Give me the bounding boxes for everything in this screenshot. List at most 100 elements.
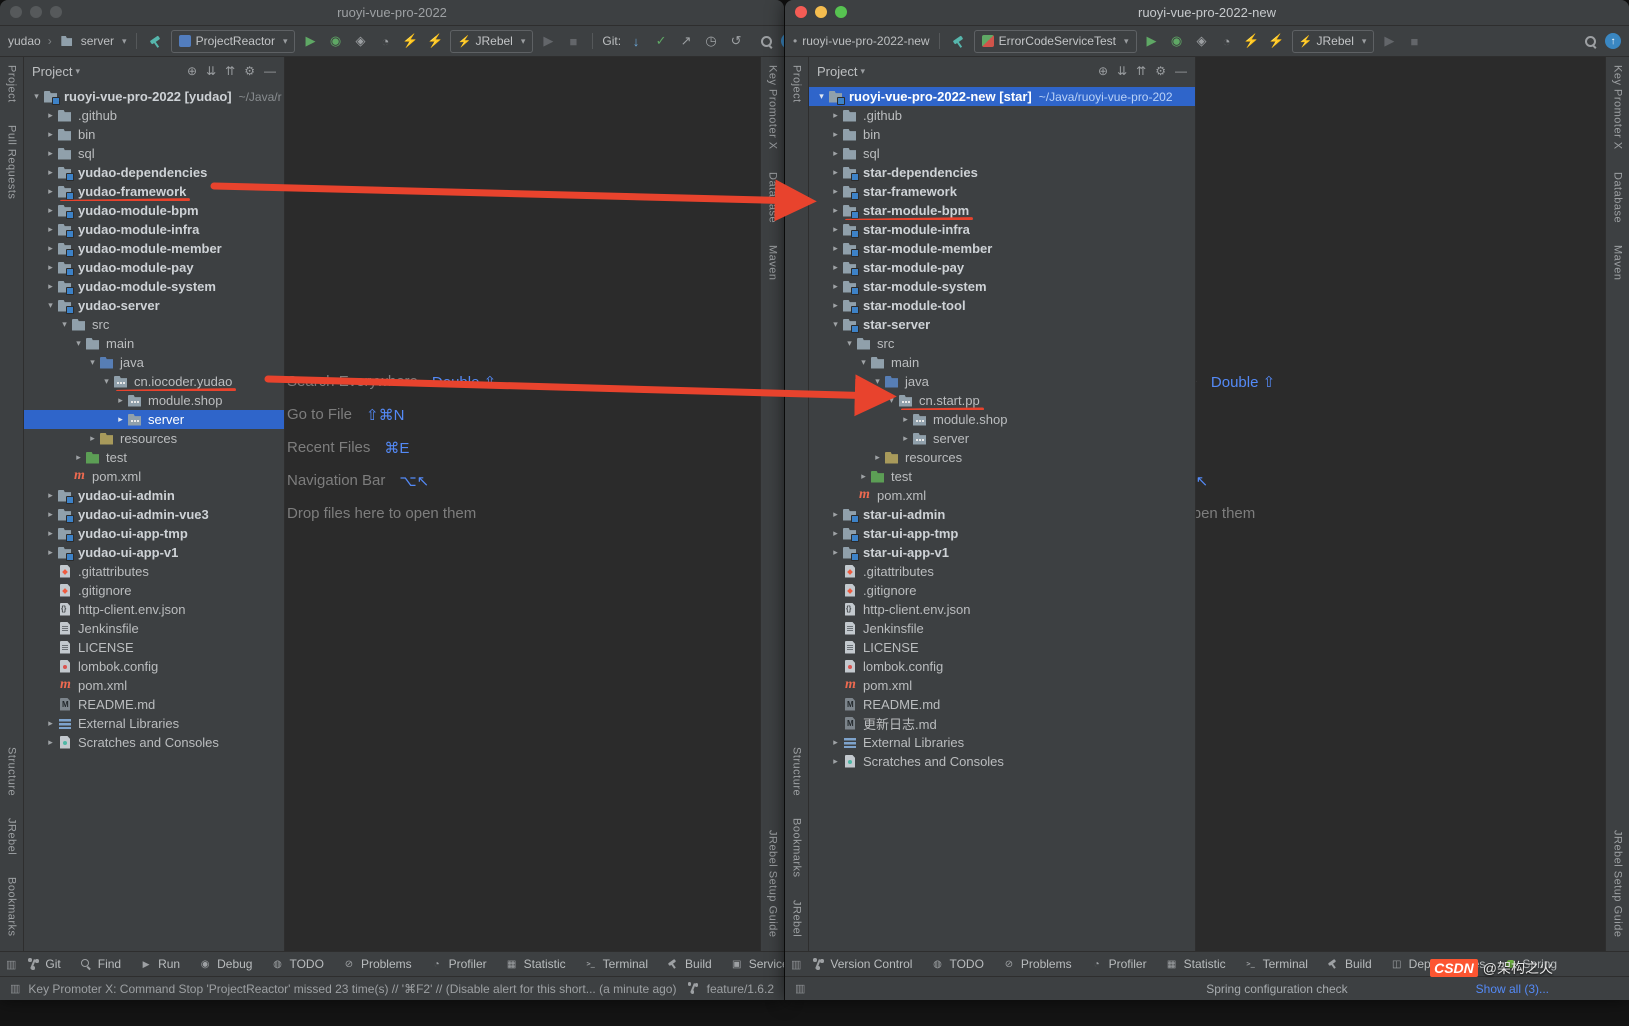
tree-row[interactable]: sql xyxy=(809,144,1195,163)
tree-row[interactable]: yudao-ui-app-tmp xyxy=(24,524,284,543)
tool-window-button[interactable]: JRebel Setup Guide xyxy=(767,830,779,937)
chevron-icon[interactable] xyxy=(829,243,842,254)
run-button[interactable]: ▶ xyxy=(1142,31,1162,51)
jrebel-select[interactable]: ⚡ JRebel ▾ xyxy=(1291,29,1375,53)
tool-windows-icon[interactable]: ▥ xyxy=(6,958,16,971)
coverage-icon[interactable]: ◈ xyxy=(1192,31,1212,51)
chevron-icon[interactable] xyxy=(44,737,57,748)
tree-row[interactable]: resources xyxy=(24,429,284,448)
chevron-icon[interactable] xyxy=(44,490,57,501)
tree-row[interactable]: yudao-dependencies xyxy=(24,163,284,182)
tree-row[interactable]: yudao-module-system xyxy=(24,277,284,296)
bottom-tab[interactable]: Profiler xyxy=(422,955,495,973)
chevron-icon[interactable] xyxy=(829,224,842,235)
update-notification-icon[interactable]: ↑ xyxy=(781,33,784,49)
locate-icon[interactable]: ⊕ xyxy=(187,64,197,78)
panel-settings-icon[interactable]: ⚙ xyxy=(244,64,255,78)
chevron-icon[interactable] xyxy=(72,338,85,349)
bottom-tab[interactable]: Terminal xyxy=(576,955,656,973)
chevron-icon[interactable] xyxy=(44,148,57,159)
chevron-icon[interactable] xyxy=(829,737,842,748)
tool-window-button[interactable]: Database xyxy=(1612,172,1624,223)
tree-row[interactable]: src xyxy=(809,334,1195,353)
tool-windows-icon[interactable]: ▥ xyxy=(795,982,805,995)
expand-all-icon[interactable]: ⇊ xyxy=(1117,64,1127,78)
run-config-select[interactable]: ProjectReactor ▾ xyxy=(170,29,296,53)
hide-panel-icon[interactable]: — xyxy=(264,64,276,78)
rerun-icon[interactable]: ▶ xyxy=(538,31,558,51)
tree-row[interactable]: yudao-ui-admin xyxy=(24,486,284,505)
tree-row[interactable]: star-module-system xyxy=(809,277,1195,296)
close-icon[interactable] xyxy=(10,6,22,18)
bottom-tab[interactable]: Problems xyxy=(994,955,1080,973)
chevron-icon[interactable] xyxy=(899,433,912,444)
tree-row[interactable]: star-framework xyxy=(809,182,1195,201)
chevron-icon[interactable] xyxy=(44,167,57,178)
tree-row[interactable]: star-module-tool xyxy=(809,296,1195,315)
breadcrumb-item[interactable]: yudao xyxy=(8,34,41,48)
run-button[interactable]: ▶ xyxy=(300,31,320,51)
tree-row[interactable]: Scratches and Consoles xyxy=(809,752,1195,771)
build-project-icon[interactable] xyxy=(146,31,166,51)
git-push-icon[interactable]: ↗ xyxy=(676,31,696,51)
tree-row[interactable]: cn.start.pp xyxy=(809,391,1195,410)
collapse-all-icon[interactable]: ⇈ xyxy=(225,64,235,78)
git-branch-name[interactable]: feature/1.6.2 xyxy=(707,982,774,996)
update-notification-icon[interactable]: ↑ xyxy=(1605,33,1621,49)
chevron-icon[interactable] xyxy=(885,395,898,406)
stop-icon[interactable]: ■ xyxy=(1404,31,1424,51)
project-panel-title[interactable]: Project xyxy=(32,64,72,79)
tree-row[interactable]: star-ui-app-tmp xyxy=(809,524,1195,543)
tree-row[interactable]: Jenkinsfile xyxy=(809,619,1195,638)
chevron-icon[interactable] xyxy=(44,243,57,254)
tree-row[interactable]: star-ui-admin xyxy=(809,505,1195,524)
tree-row[interactable]: cn.iocoder.yudao xyxy=(24,372,284,391)
jrebel-debug-icon[interactable]: ⚡ xyxy=(425,31,445,51)
project-panel-title[interactable]: Project xyxy=(817,64,857,79)
tree-row[interactable]: LICENSE xyxy=(809,638,1195,657)
bottom-tab[interactable]: Find xyxy=(71,955,129,973)
tree-row[interactable]: External Libraries xyxy=(809,733,1195,752)
chevron-icon[interactable] xyxy=(44,110,57,121)
tree-row[interactable]: star-module-infra xyxy=(809,220,1195,239)
tree-row[interactable]: bin xyxy=(24,125,284,144)
chevron-icon[interactable] xyxy=(829,281,842,292)
collapse-all-icon[interactable]: ⇈ xyxy=(1136,64,1146,78)
tree-row[interactable]: pom.xml xyxy=(24,467,284,486)
bottom-tab[interactable]: Services xyxy=(722,955,784,973)
tree-row[interactable]: bin xyxy=(809,125,1195,144)
tool-windows-icon[interactable]: ▥ xyxy=(791,958,801,971)
chevron-icon[interactable] xyxy=(72,452,85,463)
tree-row[interactable]: .github xyxy=(24,106,284,125)
tree-row[interactable]: yudao-module-member xyxy=(24,239,284,258)
chevron-icon[interactable] xyxy=(829,509,842,520)
breadcrumb-item[interactable]: server xyxy=(81,34,114,48)
tree-row[interactable]: java xyxy=(24,353,284,372)
git-update-icon[interactable]: ↓ xyxy=(626,31,646,51)
chevron-icon[interactable] xyxy=(899,414,912,425)
chevron-icon[interactable] xyxy=(86,433,99,444)
chevron-icon[interactable] xyxy=(44,547,57,558)
chevron-icon[interactable] xyxy=(44,224,57,235)
chevron-icon[interactable] xyxy=(44,186,57,197)
chevron-icon[interactable] xyxy=(44,262,57,273)
chevron-icon[interactable] xyxy=(829,110,842,121)
debug-button[interactable]: ◉ xyxy=(325,31,345,51)
show-all-link[interactable]: Show all (3)... xyxy=(1476,982,1549,996)
tool-window-button[interactable]: Maven xyxy=(1612,245,1624,281)
bottom-tab[interactable]: Git xyxy=(18,955,68,973)
tool-window-button[interactable]: Bookmarks xyxy=(791,818,803,878)
expand-all-icon[interactable]: ⇊ xyxy=(206,64,216,78)
status-message[interactable]: Spring configuration check xyxy=(1206,982,1347,996)
tree-row[interactable]: star-module-pay xyxy=(809,258,1195,277)
chevron-icon[interactable] xyxy=(114,414,127,425)
chevron-icon[interactable] xyxy=(815,91,828,102)
tree-row[interactable]: java xyxy=(809,372,1195,391)
titlebar[interactable]: ruoyi-vue-pro-2022-new xyxy=(785,0,1629,26)
tool-window-button[interactable]: Structure xyxy=(6,747,18,796)
build-project-icon[interactable] xyxy=(949,31,969,51)
tree-row[interactable]: resources xyxy=(809,448,1195,467)
rollback-icon[interactable]: ↺ xyxy=(726,31,746,51)
tree-row[interactable]: test xyxy=(24,448,284,467)
tree-row[interactable]: ruoyi-vue-pro-2022 [yudao] ~/Java/r xyxy=(24,87,284,106)
